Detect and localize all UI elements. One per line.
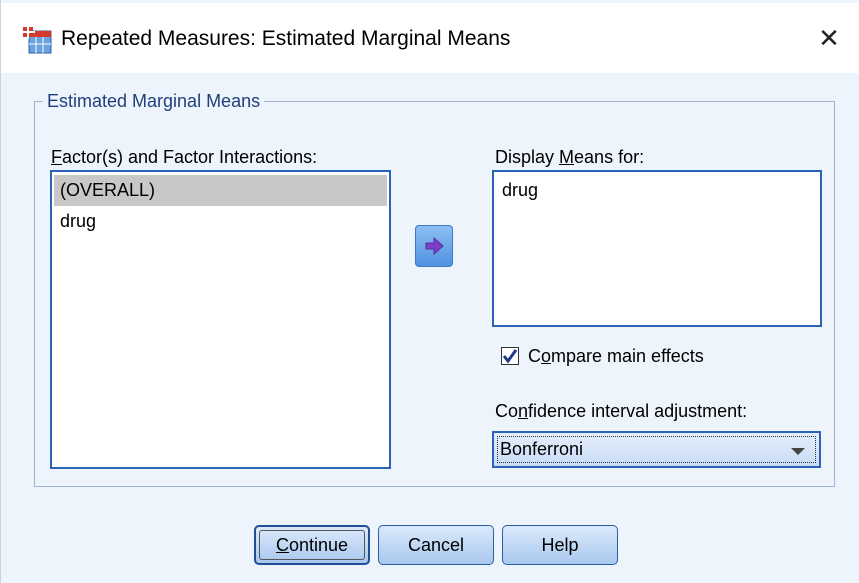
estimated-marginal-means-dialog: Repeated Measures: Estimated Marginal Me… <box>0 0 859 583</box>
factors-label: Factor(s) and Factor Interactions: <box>51 147 318 167</box>
close-icon: ✕ <box>818 22 840 53</box>
display-means-listbox[interactable]: drug <box>492 170 822 327</box>
ci-adjustment-label: Confidence interval adjustment: <box>495 401 748 421</box>
chevron-down-icon <box>791 448 805 455</box>
window-title: Repeated Measures: Estimated Marginal Me… <box>61 27 511 50</box>
cancel-button[interactable]: Cancel <box>378 525 494 565</box>
ci-adjustment-value: Bonferroni <box>500 439 584 459</box>
continue-button[interactable]: Continue <box>254 525 370 565</box>
arrow-right-icon <box>425 237 444 255</box>
list-item[interactable]: drug <box>54 206 387 237</box>
compare-main-effects-label[interactable]: Compare main effects <box>528 346 704 367</box>
help-button[interactable]: Help <box>502 525 618 565</box>
move-right-button[interactable] <box>415 225 453 267</box>
factors-listbox[interactable]: (OVERALL) drug <box>50 170 391 469</box>
display-means-label: Display Means for: <box>495 147 645 167</box>
spss-app-icon <box>21 25 52 54</box>
group-legend: Estimated Marginal Means <box>43 91 265 112</box>
list-item[interactable]: drug <box>496 175 818 206</box>
ci-adjustment-select[interactable]: Bonferroni <box>492 431 821 468</box>
checkmark-icon <box>502 349 518 364</box>
close-button[interactable]: ✕ <box>798 3 859 73</box>
compare-main-effects-checkbox[interactable] <box>501 347 519 365</box>
list-item[interactable]: (OVERALL) <box>54 175 387 206</box>
title-bar: Repeated Measures: Estimated Marginal Me… <box>1 3 859 73</box>
